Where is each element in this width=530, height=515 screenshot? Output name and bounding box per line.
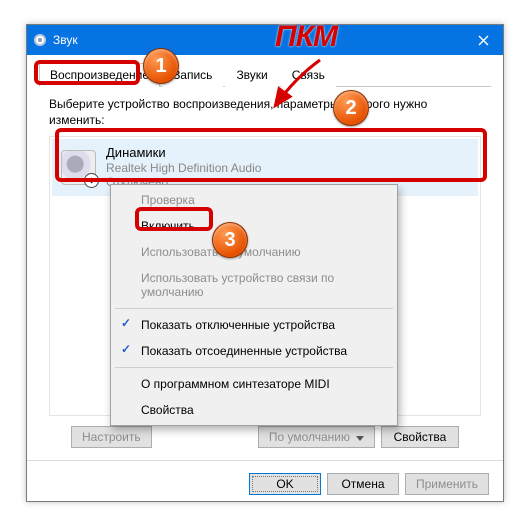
ctx-set-default-comm: Использовать устройство связи по умолчан… [113, 265, 395, 305]
device-driver: Realtek High Definition Audio [106, 161, 261, 175]
badge-1: 1 [143, 48, 179, 84]
overlay-pkm-label: ПКМ [275, 20, 337, 54]
badge-2: 2 [333, 90, 369, 126]
down-arrow-badge-icon: ↓ [84, 173, 99, 188]
dialog-button-row: OK Отмена Применить [27, 460, 503, 507]
ok-button[interactable]: OK [249, 473, 321, 495]
speaker-icon: ↓ [61, 150, 96, 185]
separator [115, 367, 393, 368]
badge-3: 3 [212, 222, 248, 258]
apply-button: Применить [405, 473, 489, 495]
ctx-show-disabled[interactable]: Показать отключенные устройства [113, 312, 395, 338]
configure-button: Настроить [71, 426, 152, 448]
ctx-properties[interactable]: Свойства [113, 397, 395, 423]
window-title: Звук [53, 33, 78, 47]
separator [115, 308, 393, 309]
titlebar[interactable]: Звук [27, 25, 503, 55]
close-button[interactable] [463, 25, 503, 55]
chevron-down-icon [356, 436, 364, 441]
ctx-midi-info[interactable]: О программном синтезаторе MIDI [113, 371, 395, 397]
properties-button[interactable]: Свойства [381, 426, 459, 448]
tab-playback[interactable]: Воспроизведение [39, 63, 160, 87]
ctx-show-disconnected[interactable]: Показать отсоединенные устройства [113, 338, 395, 364]
ctx-enable[interactable]: Включить [113, 213, 395, 239]
default-button: По умолчанию [258, 426, 375, 448]
ctx-test: Проверка [113, 187, 395, 213]
context-menu: Проверка Включить Использовать по умолча… [110, 184, 398, 426]
arrow-icon [265, 58, 325, 118]
cancel-button[interactable]: Отмена [327, 473, 399, 495]
ctx-set-default: Использовать по умолчанию [113, 239, 395, 265]
sound-app-icon [33, 33, 47, 47]
device-name: Динамики [106, 145, 261, 161]
